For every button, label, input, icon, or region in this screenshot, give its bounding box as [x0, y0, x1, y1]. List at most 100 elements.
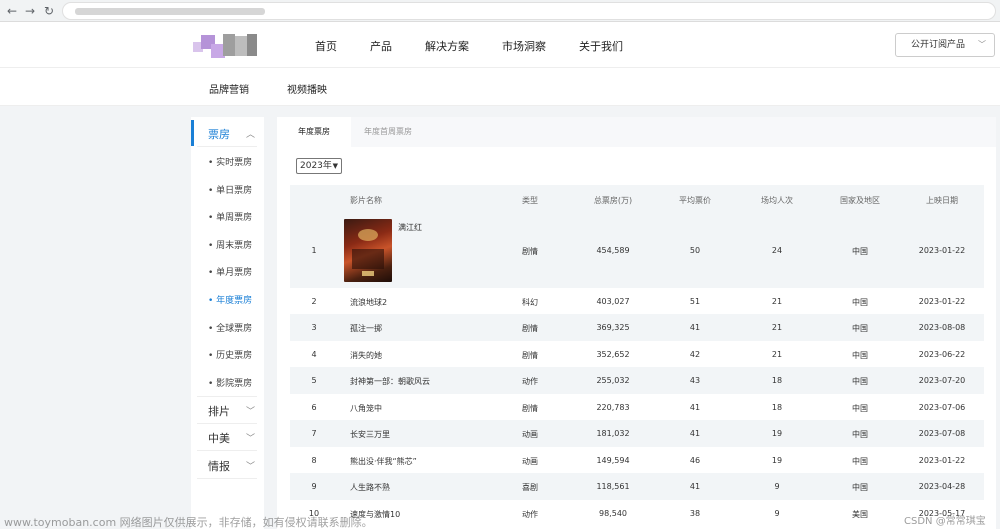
cell-price: 50	[689, 246, 701, 255]
sidebar-item-weekly[interactable]: • 单周票房	[191, 210, 264, 223]
divider	[197, 450, 257, 451]
table-row[interactable]: 6 八角笼中 剧情 220,783 41 18 中国 2023-07-06	[290, 394, 984, 420]
cell-total: 118,561	[596, 482, 630, 491]
subnav-video-broadcast[interactable]: 视频播映	[287, 81, 327, 96]
address-bar[interactable]	[62, 2, 996, 20]
back-arrow-icon[interactable]: ←	[4, 3, 20, 19]
divider	[197, 146, 257, 147]
table-row[interactable]: 4 消失的她 剧情 352,652 42 21 中国 2023-06-22	[290, 341, 984, 367]
table-row[interactable]: 3 孤注一掷 剧情 369,325 41 21 中国 2023-08-08	[290, 314, 984, 341]
sidebar-item-history[interactable]: • 历史票房	[191, 348, 264, 361]
sidebar-cat-label: 排片	[208, 405, 230, 418]
cell-region: 中国	[852, 377, 868, 386]
forward-arrow-icon[interactable]: →	[22, 3, 38, 19]
nav-home[interactable]: 首页	[315, 38, 337, 54]
subscribe-dropdown[interactable]: 公开订阅产品 ﹀	[895, 33, 995, 57]
table-row[interactable]: 10 速度与激情10 动作 98,540 38 9 美国 2023-05-17	[290, 500, 984, 526]
sidebar-item-label: 周末票房	[216, 241, 253, 251]
cell-price: 38	[689, 509, 701, 518]
cell-total: 255,032	[596, 376, 630, 385]
cell-avg: 9	[774, 482, 780, 491]
cell-total: 220,783	[596, 403, 630, 412]
sidebar-item-label: 单日票房	[216, 186, 253, 196]
cell-title[interactable]: 封神第一部：朝歌风云	[350, 376, 430, 387]
sidebar-cat-box-office[interactable]: 票房 ︿	[191, 120, 264, 146]
col-header-date: 上映日期	[926, 196, 958, 205]
cell-date: 2023-06-22	[918, 350, 966, 359]
sidebar-item-label: 年度票房	[216, 296, 253, 306]
cell-title[interactable]: 八角笼中	[350, 403, 382, 414]
blurred-logo[interactable]	[193, 32, 263, 60]
sidebar-cat-label: 票房	[208, 128, 230, 141]
nav-market-insight[interactable]: 市场洞察	[502, 38, 546, 54]
cell-date: 2023-01-22	[918, 456, 966, 465]
cell-price: 41	[689, 482, 701, 491]
cell-rank: 9	[311, 482, 317, 491]
sub-nav: 品牌营销 视频播映	[0, 69, 1000, 106]
table-row[interactable]: 9 人生路不熟 喜剧 118,561 41 9 中国 2023-04-28	[290, 473, 984, 500]
refresh-icon[interactable]: ↻	[41, 3, 57, 19]
chevron-up-icon: ︿	[246, 130, 256, 140]
watermark-left: www.toymoban.com 网络图片仅供展示，非存储，如有侵权请联系删除。	[4, 516, 373, 529]
sidebar-item-label: 实时票房	[216, 158, 253, 168]
cell-title[interactable]: 长安三万里	[350, 429, 390, 440]
sidebar-item-yearly[interactable]: • 年度票房	[191, 293, 264, 306]
table-row[interactable]: 8 熊出没·伴我“熊芯” 动画 149,594 46 19 中国 2023-01…	[290, 447, 984, 473]
cell-title[interactable]: 满江红	[398, 222, 422, 233]
sidebar-cat-schedule[interactable]: 排片 ﹀	[191, 403, 264, 419]
chevron-down-icon: ﹀	[246, 407, 256, 417]
sidebar-item-monthly[interactable]: • 单月票房	[191, 265, 264, 278]
table-row[interactable]: 5 封神第一部：朝歌风云 动作 255,032 43 18 中国 2023-07…	[290, 367, 984, 394]
cell-rank: 8	[311, 456, 317, 465]
cell-total: 369,325	[596, 323, 630, 332]
cell-avg: 19	[771, 429, 783, 438]
year-select-value: 2023年	[300, 161, 332, 171]
cell-date: 2023-07-06	[918, 403, 966, 412]
year-select[interactable]: 2023年 ▼	[296, 158, 342, 174]
tab-yearly-box-office[interactable]: 年度票房	[277, 117, 351, 147]
sidebar-item-global[interactable]: • 全球票房	[191, 321, 264, 334]
sidebar-cat-sino-us[interactable]: 中美 ﹀	[191, 430, 264, 446]
nav-products[interactable]: 产品	[370, 38, 392, 54]
blurred-url	[75, 8, 265, 15]
cell-title[interactable]: 熊出没·伴我“熊芯”	[350, 456, 417, 467]
cell-region: 中国	[852, 298, 868, 307]
table-row[interactable]: 2 流浪地球2 科幻 403,027 51 21 中国 2023-01-22	[290, 288, 984, 314]
cell-title[interactable]: 孤注一掷	[350, 323, 382, 334]
tab-bar: 年度票房 年度首周票房	[277, 117, 996, 147]
cell-avg: 9	[774, 509, 780, 518]
active-indicator	[191, 120, 194, 146]
nav-solutions[interactable]: 解决方案	[425, 38, 469, 54]
cell-rank: 2	[311, 297, 317, 306]
cell-total: 352,652	[596, 350, 630, 359]
sidebar-cat-intel[interactable]: 情报 ﹀	[191, 458, 264, 474]
cell-title[interactable]: 流浪地球2	[350, 297, 387, 308]
subnav-brand-marketing[interactable]: 品牌营销	[209, 81, 249, 96]
cell-region: 中国	[852, 247, 868, 256]
tab-yearly-first-week[interactable]: 年度首周票房	[343, 117, 433, 147]
cell-type: 剧情	[522, 247, 538, 256]
cell-total: 98,540	[599, 509, 627, 518]
sidebar-item-cinema[interactable]: • 影院票房	[191, 376, 264, 389]
cell-avg: 18	[771, 403, 783, 412]
cell-region: 中国	[852, 351, 868, 360]
sidebar: 票房 ︿ • 实时票房 • 单日票房 • 单周票房 • 周末票房 • 单月票房 …	[191, 117, 264, 529]
nav-about[interactable]: 关于我们	[579, 38, 623, 54]
cell-date: 2023-07-20	[918, 376, 966, 385]
movie-poster[interactable]	[344, 219, 392, 282]
cell-price: 41	[689, 403, 701, 412]
cell-avg: 19	[771, 456, 783, 465]
table-row[interactable]: 1 满江红 剧情 454,589 50 24 中国 2023-01-22	[290, 213, 984, 288]
cell-region: 美国	[852, 510, 868, 519]
chevron-down-icon: ﹀	[246, 434, 256, 444]
cell-rank: 6	[311, 403, 317, 412]
cell-title[interactable]: 消失的她	[350, 350, 382, 361]
sidebar-item-realtime[interactable]: • 实时票房	[191, 155, 264, 168]
cell-avg: 21	[771, 297, 783, 306]
table-row[interactable]: 7 长安三万里 动画 181,032 41 19 中国 2023-07-08	[290, 420, 984, 447]
cell-type: 动作	[522, 377, 538, 386]
table-header-row: 影片名称 类型 总票房(万) 平均票价 场均人次 国家及地区 上映日期	[290, 185, 984, 213]
sidebar-item-daily[interactable]: • 单日票房	[191, 183, 264, 196]
cell-title[interactable]: 人生路不熟	[350, 482, 390, 493]
sidebar-item-weekend[interactable]: • 周末票房	[191, 238, 264, 251]
